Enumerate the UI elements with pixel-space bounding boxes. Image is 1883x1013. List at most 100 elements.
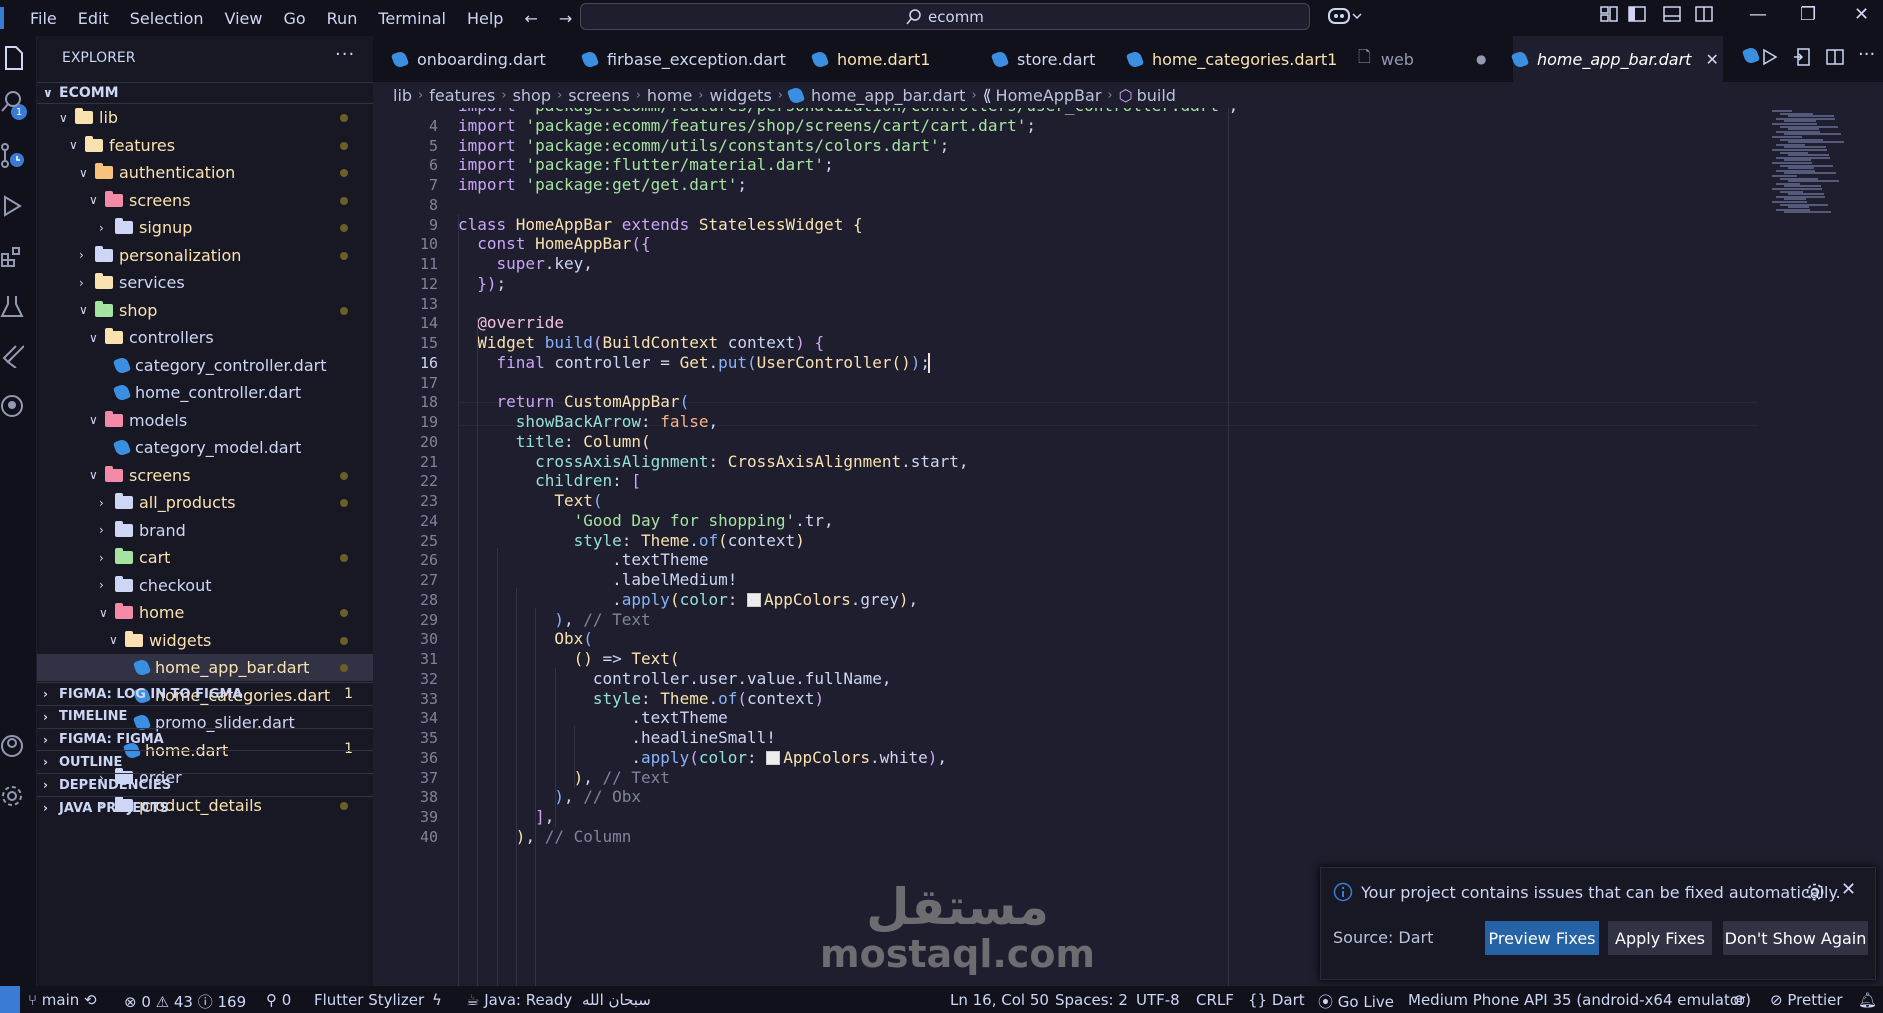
breadcrumb-item[interactable]: features <box>429 86 495 105</box>
chevron-down-icon[interactable]: ∨ <box>109 633 125 647</box>
sidebar-panel-header[interactable]: › FIGMA: LOG IN TO FIGMA <box>37 682 373 705</box>
copilot-icon[interactable] <box>1328 5 1362 27</box>
remote-indicator-icon[interactable] <box>0 986 20 1013</box>
editor-tab[interactable]: onboarding.dart <box>390 36 573 82</box>
chevron-right-icon[interactable]: › <box>99 551 115 565</box>
preview-fixes-button[interactable]: Preview Fixes <box>1485 921 1599 955</box>
encoding[interactable]: UTF-8 <box>1136 991 1180 1009</box>
ports-indicator[interactable]: ⚲ 0 <box>266 991 291 1009</box>
sidebar-panel-header[interactable]: › FIGMA: FIGMA <box>37 727 373 751</box>
menu-run[interactable]: Run <box>327 9 358 28</box>
folder-item[interactable]: ∨ controllers <box>37 324 373 351</box>
editor-tab[interactable]: firbase_exception.dart <box>580 36 803 82</box>
folder-item[interactable]: › brand <box>37 517 373 544</box>
git-branch[interactable]: ⑂ main ⟲ <box>28 991 97 1009</box>
editor-more-icon[interactable]: ··· <box>1858 44 1875 65</box>
source-control-icon[interactable] <box>0 136 32 176</box>
editor-tab[interactable]: home_app_bar.dart ✕ <box>1510 36 1723 82</box>
toggle-sidebar-icon[interactable] <box>1628 5 1646 23</box>
code-editor[interactable]: 4 5 6 7 8 9 10 11 12 13 14 15 16 17 18 19 20 21 22 23 24 25 26… <box>373 108 1883 986</box>
breadcrumb-item[interactable]: screens <box>568 86 630 105</box>
chevron-down-icon[interactable]: ∨ <box>79 303 95 317</box>
indentation[interactable]: Spaces: 2 <box>1055 991 1128 1009</box>
chevron-down-icon[interactable]: ∨ <box>89 468 105 482</box>
folder-item[interactable]: › all_products <box>37 489 373 516</box>
editor-tab[interactable]: home.dart 1 <box>810 36 983 82</box>
chevron-right-icon[interactable]: › <box>79 276 95 290</box>
arabic-status[interactable]: سبحان الله <box>582 991 651 1009</box>
sidebar-panel-header[interactable]: › JAVA PROJECTS <box>37 796 373 819</box>
chevron-down-icon[interactable]: ∨ <box>79 166 95 180</box>
folder-item[interactable]: ∨ lib <box>37 104 373 131</box>
folder-item[interactable]: › services <box>37 269 373 296</box>
menu-file[interactable]: File <box>30 9 57 28</box>
chevron-right-icon[interactable]: › <box>99 496 115 510</box>
editor-tab[interactable]: 🗋︎ web ● <box>1358 36 1508 82</box>
chevron-right-icon[interactable]: › <box>79 248 95 262</box>
breadcrumb-item[interactable]: HomeAppBar <box>996 86 1102 105</box>
workspace-root[interactable]: ∨ ECOMM <box>37 82 373 104</box>
chevron-down-icon[interactable]: ∨ <box>89 413 105 427</box>
flutter-icon[interactable] <box>0 336 32 376</box>
notification-settings-gear-icon[interactable] <box>1805 882 1825 902</box>
run-file-icon[interactable] <box>1762 48 1778 66</box>
folder-item[interactable]: ∨ shop <box>37 297 373 324</box>
folder-item[interactable]: ∨ screens <box>37 462 373 489</box>
chevron-down-icon[interactable]: ∨ <box>59 111 75 125</box>
menu-terminal[interactable]: Terminal <box>378 9 446 28</box>
breadcrumb-item[interactable]: home_app_bar.dart <box>811 86 965 105</box>
language-mode[interactable]: {} Dart <box>1248 991 1305 1009</box>
command-center-search[interactable]: ecomm <box>580 3 1310 30</box>
breadcrumb-item[interactable]: lib <box>393 86 412 105</box>
file-item[interactable]: category_model.dart <box>37 434 373 461</box>
copilot-status-icon[interactable]: ⊜ <box>1733 991 1746 1009</box>
device-selector[interactable]: Medium Phone API 35 (android-x64 emulato… <box>1408 991 1751 1009</box>
testing-icon[interactable] <box>0 286 32 326</box>
minimize-icon[interactable]: — <box>1749 4 1767 25</box>
customize-layout-icon[interactable] <box>1600 5 1618 23</box>
go-live-button[interactable]: ⦿ Go Live <box>1318 991 1394 1012</box>
run-debug-icon[interactable] <box>0 186 32 226</box>
java-status[interactable]: ☕ Java: Ready <box>466 991 572 1009</box>
folder-item[interactable]: ∨ widgets <box>37 627 373 654</box>
file-item[interactable]: category_controller.dart <box>37 352 373 379</box>
folder-item[interactable]: ∨ home <box>37 599 373 626</box>
color-swatch-icon[interactable] <box>747 593 762 608</box>
editor-tab[interactable]: home_categories.dart 1 <box>1125 36 1348 82</box>
more-tabs-dart-icon[interactable] <box>1741 46 1761 65</box>
lightning-icon[interactable]: ϟ <box>432 991 442 1009</box>
folder-item[interactable]: › signup <box>37 214 373 241</box>
folder-item[interactable]: ∨ screens <box>37 187 373 214</box>
file-item[interactable]: home_controller.dart <box>37 379 373 406</box>
breadcrumb-item[interactable]: home <box>647 86 692 105</box>
close-window-icon[interactable]: ✕ <box>1854 4 1869 25</box>
breadcrumb-item[interactable]: widgets <box>709 86 771 105</box>
chevron-down-icon[interactable]: ∨ <box>89 331 105 345</box>
breadcrumb-item[interactable]: shop <box>513 86 551 105</box>
open-device-icon[interactable] <box>1793 48 1811 66</box>
dont-show-again-button[interactable]: Don't Show Again <box>1723 921 1868 955</box>
notifications-bell-icon[interactable]: 🔔︎ <box>1858 991 1877 1009</box>
settings-gear-icon[interactable] <box>0 776 32 816</box>
chevron-down-icon[interactable]: ∨ <box>89 193 105 207</box>
folder-item[interactable]: ∨ models <box>37 407 373 434</box>
file-item[interactable]: home_app_bar.dart <box>37 654 373 681</box>
problems-indicator[interactable]: ⊗ 0 ⚠ 43 ⓘ 169 <box>124 991 246 1012</box>
chevron-right-icon[interactable]: › <box>99 221 115 235</box>
breadcrumb-item[interactable]: build <box>1137 86 1176 105</box>
toggle-panel-icon[interactable] <box>1663 5 1681 23</box>
cursor-position[interactable]: Ln 16, Col 50 <box>950 991 1049 1009</box>
folder-item[interactable]: › checkout <box>37 572 373 599</box>
menu-help[interactable]: Help <box>467 9 503 28</box>
menu-view[interactable]: View <box>225 9 263 28</box>
folder-item[interactable]: ∨ features <box>37 132 373 159</box>
sidebar-panel-header[interactable]: › DEPENDENCIES <box>37 773 373 796</box>
folder-item[interactable]: ∨ authentication <box>37 159 373 186</box>
sidebar-panel-header[interactable]: › TIMELINE <box>37 704 373 728</box>
toggle-secondary-sidebar-icon[interactable] <box>1695 5 1713 23</box>
explorer-icon[interactable] <box>0 38 32 78</box>
account-icon[interactable] <box>0 726 32 766</box>
notification-close-icon[interactable]: ✕ <box>1841 879 1856 900</box>
more-actions-icon[interactable]: ··· <box>335 44 355 65</box>
folder-item[interactable]: › cart <box>37 544 373 571</box>
